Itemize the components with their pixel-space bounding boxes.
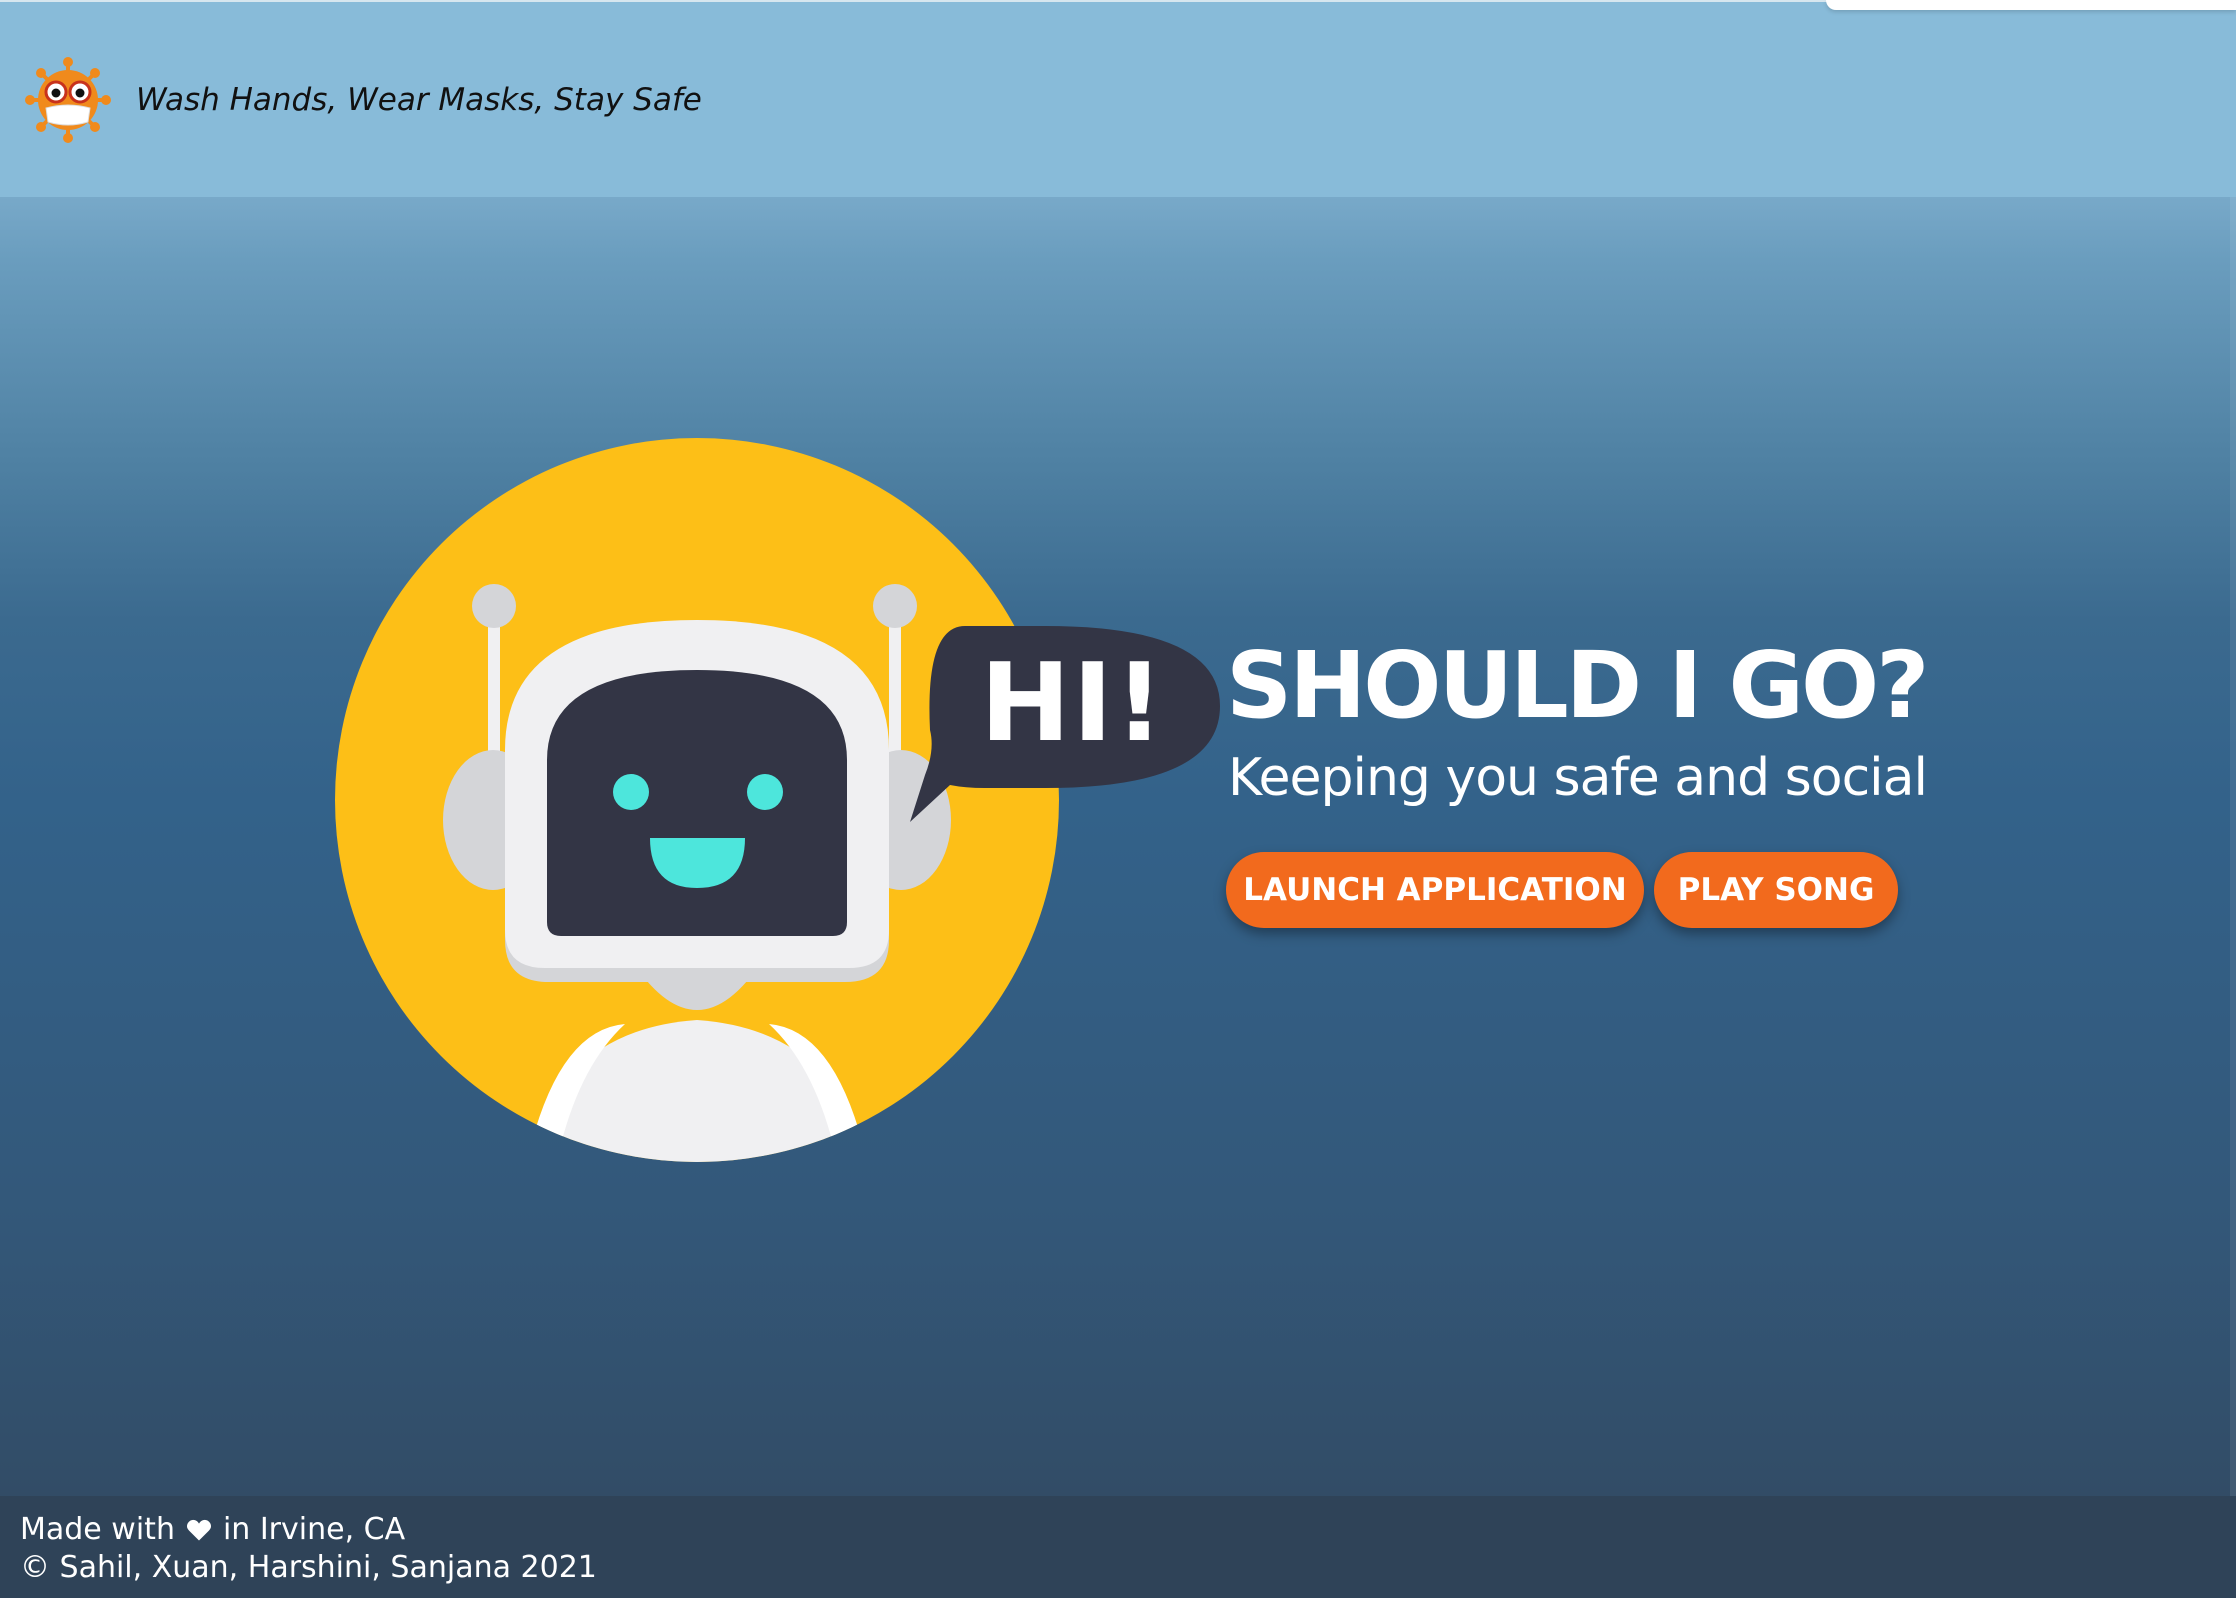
scrollbar-track bbox=[2230, 197, 2236, 1598]
footer-made-with: Made with in Irvine, CA bbox=[20, 1512, 405, 1547]
footer: Made with in Irvine, CA © Sahil, Xuan, H… bbox=[0, 1496, 2236, 1598]
speech-bubble-text: HI! bbox=[980, 641, 1166, 766]
launch-application-button[interactable]: LAUNCH APPLICATION bbox=[1226, 852, 1644, 928]
footer-made-with-suffix: in Irvine, CA bbox=[222, 1512, 406, 1547]
page-title: SHOULD I GO? bbox=[1226, 632, 1930, 739]
virus-mascot-icon bbox=[25, 57, 111, 143]
top-bar: Wash Hands, Wear Masks, Stay Safe bbox=[0, 0, 2236, 197]
tagline: Wash Hands, Wear Masks, Stay Safe bbox=[136, 82, 702, 118]
footer-made-with-prefix: Made with bbox=[20, 1512, 175, 1547]
footer-copyright: © Sahil, Xuan, Harshini, Sanjana 2021 bbox=[20, 1550, 597, 1585]
page-subtitle: Keeping you safe and social bbox=[1228, 748, 1928, 808]
robot-illustration: HI! bbox=[335, 438, 1220, 1162]
browser-overlay-edge bbox=[1826, 0, 2236, 10]
play-song-button[interactable]: PLAY SONG bbox=[1654, 852, 1898, 928]
heart-icon bbox=[186, 1519, 211, 1540]
